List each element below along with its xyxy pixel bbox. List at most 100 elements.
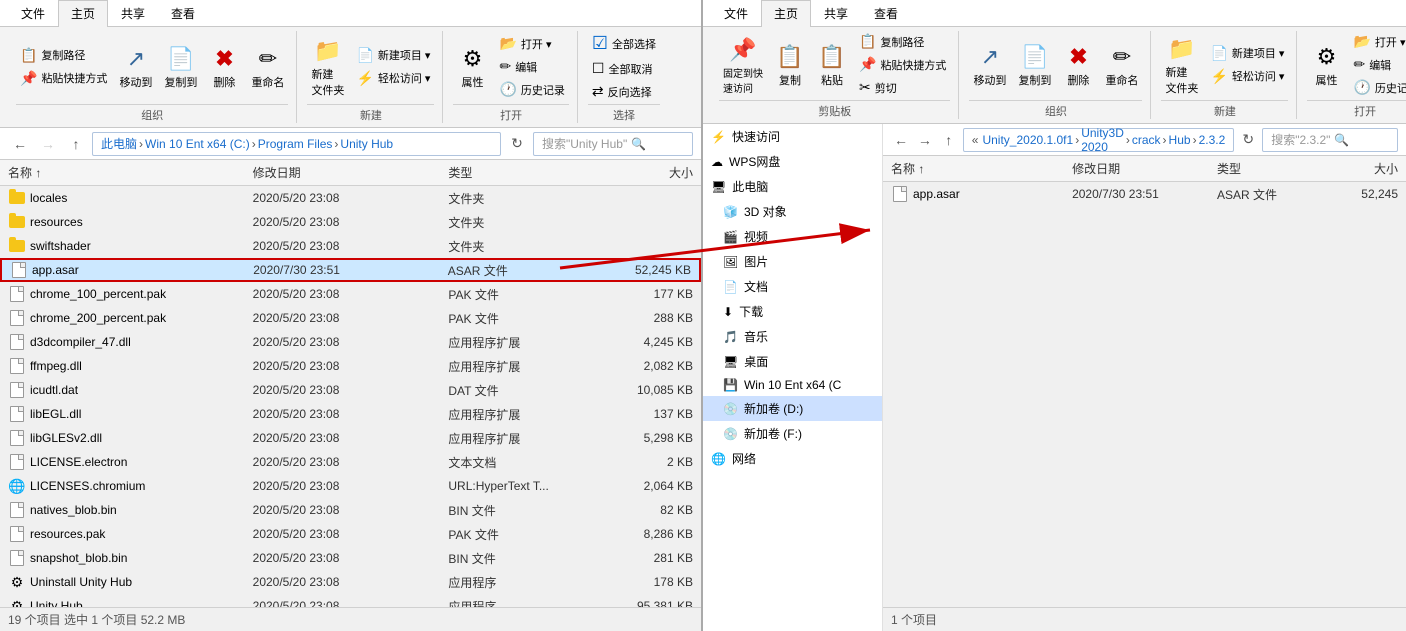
sidebar-video[interactable]: 🎬 视频 [703, 224, 882, 249]
left-addressbar: ← → ↑ 此电脑 › Win 10 Ent x64 (C:) › Progra… [0, 128, 701, 160]
sidebar-drive-d[interactable]: 💿 新加卷 (D:) [703, 396, 882, 421]
invert-selection-btn[interactable]: ⇄ 反向选择 [588, 81, 660, 102]
copy-to-btn[interactable]: 📄 复制到 [160, 42, 201, 92]
delete-btn[interactable]: ✖ 删除 [205, 42, 243, 92]
col-name-left[interactable]: 名称 ↑ [8, 164, 253, 181]
delete-btn-right[interactable]: ✖ 删除 [1059, 40, 1097, 90]
easy-access-btn-right[interactable]: ⚡ 轻松访问 ▾ [1206, 66, 1288, 87]
col-type-left[interactable]: 类型 [448, 164, 595, 181]
sidebar-network[interactable]: 🌐 网络 [703, 446, 882, 471]
paste-shortcut-btn-left[interactable]: 📌 粘贴快捷方式 [16, 68, 111, 89]
file-row[interactable]: libEGL.dll 2020/5/20 23:08 应用程序扩展 137 KB [0, 402, 701, 426]
tab-view-left[interactable]: 查看 [158, 0, 208, 26]
forward-btn-right[interactable]: → [915, 128, 935, 152]
new-folder-btn-right[interactable]: 📁 新建文件夹 [1161, 32, 1202, 98]
open-btn[interactable]: 📂 打开 ▾ [495, 33, 568, 54]
address-path-left[interactable]: 此电脑 › Win 10 Ent x64 (C:) › Program File… [92, 132, 501, 156]
sidebar-desktop[interactable]: 🖥 桌面 [703, 349, 882, 374]
cut-btn-right[interactable]: ✂ 剪切 [855, 77, 950, 98]
history-btn-right[interactable]: 🕐 历史记录 [1349, 77, 1406, 98]
history-btn[interactable]: 🕐 历史记录 [495, 79, 568, 100]
refresh-btn-right[interactable]: ↻ [1238, 128, 1258, 152]
copy-to-icon-right: 📄 [1020, 42, 1050, 72]
new-folder-btn[interactable]: 📁 新建文件夹 [307, 34, 348, 100]
file-row[interactable]: resources.pak 2020/5/20 23:08 PAK 文件 8,2… [0, 522, 701, 546]
file-row[interactable]: ⚙Uninstall Unity Hub 2020/5/20 23:08 应用程… [0, 570, 701, 594]
paste-shortcut-btn-right[interactable]: 📌 粘贴快捷方式 [855, 54, 950, 75]
file-row[interactable]: ffmpeg.dll 2020/5/20 23:08 应用程序扩展 2,082 … [0, 354, 701, 378]
forward-btn-left[interactable]: → [36, 132, 60, 156]
sidebar-pictures[interactable]: 🖼 图片 [703, 249, 882, 274]
col-size-left[interactable]: 大小 [595, 164, 693, 181]
sidebar-downloads[interactable]: ⬇ 下载 [703, 299, 882, 324]
copy-btn-right[interactable]: 📋 复制 [771, 40, 809, 90]
up-btn-right[interactable]: ↑ [939, 128, 959, 152]
move-to-btn[interactable]: ↗ 移动到 [115, 42, 156, 92]
file-row-app-asar[interactable]: app.asar 2020/7/30 23:51 ASAR 文件 52,245 … [0, 258, 701, 282]
file-row[interactable]: 🌐LICENSES.chromium 2020/5/20 23:08 URL:H… [0, 474, 701, 498]
select-all-btn[interactable]: ☑ 全部选择 [588, 31, 660, 56]
new-item-btn-right[interactable]: 📄 新建项目 ▾ [1206, 43, 1288, 64]
up-btn-left[interactable]: ↑ [64, 132, 88, 156]
properties-btn[interactable]: ⚙ 属性 [453, 42, 491, 92]
rename-btn[interactable]: ✏ 重命名 [247, 42, 288, 92]
file-row[interactable]: locales 2020/5/20 23:08 文件夹 [0, 186, 701, 210]
file-row[interactable]: chrome_100_percent.pak 2020/5/20 23:08 P… [0, 282, 701, 306]
rename-btn-right[interactable]: ✏ 重命名 [1101, 40, 1142, 90]
refresh-btn-left[interactable]: ↻ [505, 132, 529, 156]
sidebar-drive-f[interactable]: 💿 新加卷 (F:) [703, 421, 882, 446]
sidebar-3d[interactable]: 🧊 3D 对象 [703, 199, 882, 224]
copy-to-btn-right[interactable]: 📄 复制到 [1014, 40, 1055, 90]
file-row[interactable]: icudtl.dat 2020/5/20 23:08 DAT 文件 10,085… [0, 378, 701, 402]
file-row[interactable]: LICENSE.electron 2020/5/20 23:08 文本文档 2 … [0, 450, 701, 474]
open-btn-right[interactable]: 📂 打开 ▾ [1349, 31, 1406, 52]
sidebar-quick-access[interactable]: ⚡ 快速访问 [703, 124, 882, 149]
col-name-right[interactable]: 名称 ↑ [891, 160, 1072, 177]
tab-home-left[interactable]: 主页 [58, 0, 108, 27]
tab-share-right[interactable]: 共享 [811, 0, 861, 26]
col-date-right[interactable]: 修改日期 [1072, 160, 1217, 177]
file-row[interactable]: natives_blob.bin 2020/5/20 23:08 BIN 文件 … [0, 498, 701, 522]
file-row[interactable]: libGLESv2.dll 2020/5/20 23:08 应用程序扩展 5,2… [0, 426, 701, 450]
sidebar-this-pc[interactable]: 🖥 此电脑 [703, 174, 882, 199]
file-row-app-asar-right[interactable]: app.asar 2020/7/30 23:51 ASAR 文件 52,245 [883, 182, 1406, 206]
sidebar-documents[interactable]: 📄 文档 [703, 274, 882, 299]
search-box-left[interactable]: 搜索"Unity Hub" 🔍 [533, 132, 693, 156]
search-box-right[interactable]: 搜索"2.3.2" 🔍 [1262, 128, 1398, 152]
tab-home-right[interactable]: 主页 [761, 0, 811, 27]
col-date-left[interactable]: 修改日期 [253, 164, 449, 181]
left-statusbar: 19 个项目 选中 1 个项目 52.2 MB [0, 607, 701, 631]
address-path-right[interactable]: « Unity_2020.1.0f1 › Unity3D 2020 › crac… [963, 128, 1235, 152]
wps-icon: ☁ [711, 155, 723, 169]
file-row[interactable]: snapshot_blob.bin 2020/5/20 23:08 BIN 文件… [0, 546, 701, 570]
file-icon-right [891, 185, 909, 203]
tab-share-left[interactable]: 共享 [108, 0, 158, 26]
tab-view-right[interactable]: 查看 [861, 0, 911, 26]
pin-quick-btn[interactable]: 📌 固定到快速访问 [719, 33, 767, 97]
right-sidebar: ⚡ 快速访问 ☁ WPS网盘 🖥 此电脑 🧊 3D 对象 [703, 124, 883, 631]
sidebar-music[interactable]: 🎵 音乐 [703, 324, 882, 349]
col-type-right[interactable]: 类型 [1217, 160, 1326, 177]
copy-path-btn-right[interactable]: 📋 复制路径 [855, 31, 950, 52]
new-item-btn[interactable]: 📄 新建项目 ▾ [352, 45, 434, 66]
edit-btn[interactable]: ✏ 编辑 [495, 56, 568, 77]
deselect-all-btn[interactable]: ☐ 全部取消 [588, 58, 660, 79]
file-row[interactable]: swiftshader 2020/5/20 23:08 文件夹 [0, 234, 701, 258]
edit-btn-right[interactable]: ✏ 编辑 [1349, 54, 1406, 75]
file-row[interactable]: chrome_200_percent.pak 2020/5/20 23:08 P… [0, 306, 701, 330]
sidebar-wps[interactable]: ☁ WPS网盘 [703, 149, 882, 174]
file-row-unity-hub[interactable]: ⚙Unity Hub 2020/5/20 23:08 应用程序 95,381 K… [0, 594, 701, 607]
sidebar-drive-c[interactable]: 💾 Win 10 Ent x64 (C [703, 374, 882, 396]
file-row[interactable]: d3dcompiler_47.dll 2020/5/20 23:08 应用程序扩… [0, 330, 701, 354]
paste-btn-right[interactable]: 📋 粘贴 [813, 40, 851, 90]
move-to-btn-right[interactable]: ↗ 移动到 [969, 40, 1010, 90]
properties-btn-right[interactable]: ⚙ 属性 [1307, 40, 1345, 90]
copy-path-btn-left[interactable]: 📋 复制路径 [16, 45, 111, 66]
easy-access-btn[interactable]: ⚡ 轻松访问 ▾ [352, 68, 434, 89]
file-row[interactable]: resources 2020/5/20 23:08 文件夹 [0, 210, 701, 234]
tab-file-left[interactable]: 文件 [8, 0, 58, 26]
col-size-right[interactable]: 大小 [1326, 160, 1398, 177]
back-btn-left[interactable]: ← [8, 132, 32, 156]
tab-file-right[interactable]: 文件 [711, 0, 761, 26]
back-btn-right[interactable]: ← [891, 128, 911, 152]
